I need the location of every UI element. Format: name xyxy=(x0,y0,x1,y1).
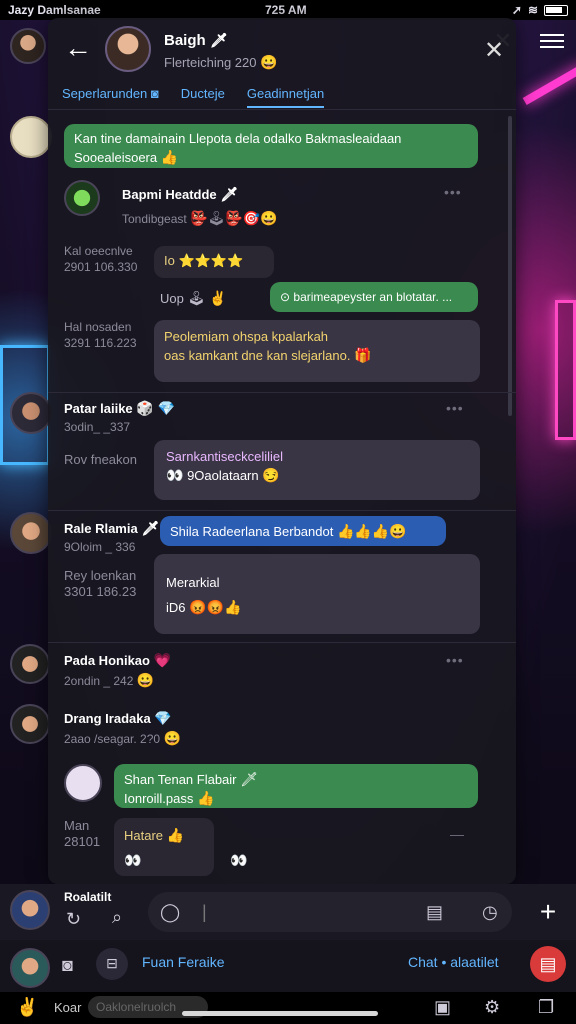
chat-bubble-icon[interactable]: ◯ xyxy=(160,903,180,921)
message-time: 3291 116.223 xyxy=(64,336,137,350)
home-indicator[interactable] xyxy=(182,1011,378,1016)
sender-name: Rale Rlamia 🗡 xyxy=(64,520,160,536)
message-meta: Uop 🕹 ✌ xyxy=(160,290,227,306)
avatar[interactable] xyxy=(10,28,46,64)
message-bubble[interactable]: Io ⭐⭐⭐⭐ xyxy=(154,246,274,278)
message-bubble[interactable]: Shila Radeerlana Berbandot 👍👍👍😀 xyxy=(160,516,446,546)
copy-icon[interactable]: ❐ xyxy=(538,998,554,1016)
message-meta: Rey loenkan xyxy=(64,568,137,583)
message-bubble[interactable]: Shan Tenan Flabair 🗡 Ionroill.pass 👍 xyxy=(114,764,478,808)
avatar[interactable] xyxy=(10,116,52,158)
divider xyxy=(48,642,516,643)
chat-panel: ← Baigh 🗡 Flerteiching 220 😀 ✕ Seperlaru… xyxy=(48,18,516,884)
message-bubble[interactable]: Peolemiam ohspa kpalarkah oas kamkant dn… xyxy=(154,320,480,382)
divider xyxy=(48,510,516,511)
avatar[interactable] xyxy=(10,704,50,744)
message-meta: Man xyxy=(64,818,90,833)
avatar[interactable] xyxy=(10,512,52,554)
tab-1[interactable]: Seperlarunden ◙ xyxy=(62,86,159,108)
message-meta: Kal oeecnlve xyxy=(64,244,133,258)
bottom-link-left[interactable]: Fuan Feraike xyxy=(142,954,224,970)
sender-meta: 3odin_ _337 xyxy=(64,420,131,434)
contact-status: Flerteiching 220 😀 xyxy=(164,54,278,70)
clock-icon[interactable]: ◷ xyxy=(482,903,498,921)
more-options-icon[interactable]: ••• xyxy=(444,184,462,200)
more-options-icon[interactable]: ••• xyxy=(446,400,464,416)
calendar-icon[interactable]: ▤ xyxy=(426,903,443,921)
message-bubble[interactable]: ⊙ barimeapeyster an blotatar. ... xyxy=(270,282,478,312)
neon-light xyxy=(555,300,576,440)
composer: Roalatilt ↻ ⌕ ◯ | ▤ ◷ + xyxy=(0,884,576,940)
clock: 725 AM xyxy=(265,3,307,17)
search-icon[interactable]: ⌕ xyxy=(112,908,122,926)
sender-meta: 9Oloim _ 336 xyxy=(64,540,136,554)
avatar[interactable] xyxy=(64,180,100,216)
chat-header: ← Baigh 🗡 Flerteiching 220 😀 ✕ Seperlaru… xyxy=(48,18,516,110)
message-time: 28101 xyxy=(64,834,101,849)
message-time: 3301 186.23 xyxy=(64,584,137,599)
sender-name: Pada Honikao 💗 xyxy=(64,652,172,668)
settings-icon[interactable]: ⚙ xyxy=(484,998,500,1016)
message-bubble[interactable]: Merarkial iD6 😡😡👍 xyxy=(154,554,480,634)
reaction: 👀 xyxy=(230,852,248,868)
sender-name: Drang Iradaka 💎 xyxy=(64,710,172,726)
divider xyxy=(48,392,516,393)
refresh-icon[interactable]: ↻ xyxy=(66,910,81,928)
avatar[interactable] xyxy=(64,764,102,802)
message-meta: Hal nosaden xyxy=(64,320,132,334)
avatar[interactable] xyxy=(10,392,52,434)
sender-meta: 2aao /seagar. 2?0 😀 xyxy=(64,730,181,746)
system-bar: ✌ Koar Oaklonelruolch ▣ ⚙ ❐ xyxy=(0,992,576,1024)
add-button[interactable]: + xyxy=(530,898,566,928)
system-label: Koar xyxy=(54,1000,82,1015)
status-bar: Jazy Damlsanae 725 AM ➚ ≋ xyxy=(0,0,576,20)
app-logo-icon[interactable]: ✌ xyxy=(16,998,38,1016)
location-icon: ➚ xyxy=(511,3,522,17)
sender-meta: 2ondin _ 242 😀 xyxy=(64,672,155,688)
tab-3[interactable]: Geadinnetjan xyxy=(246,86,325,108)
status-icons: ➚ ≋ xyxy=(512,3,568,17)
scrollbar[interactable] xyxy=(508,116,512,416)
cursor-icon: | xyxy=(202,902,207,922)
sender-name: Bapmi Heatdde 🗡 xyxy=(122,186,239,202)
back-arrow-icon[interactable]: ← xyxy=(64,34,92,62)
contact-name: Baigh 🗡 xyxy=(164,32,228,49)
menu-icon[interactable] xyxy=(540,34,564,48)
more-options-icon[interactable]: — xyxy=(450,826,465,842)
sender-meta: Tondibgeast 👺🕹👺🎯😀 xyxy=(122,210,278,226)
gallery-icon[interactable]: ▣ xyxy=(434,998,451,1016)
calendar-icon[interactable]: ▤ xyxy=(530,946,566,982)
sender-name: Patar laiike 🎲 💎 xyxy=(64,400,176,416)
message-bubble[interactable]: Kan tine damainain Llepota dela odalko B… xyxy=(64,124,478,168)
more-options-icon[interactable]: ••• xyxy=(446,652,464,668)
camera-icon: ◙ xyxy=(150,86,159,101)
avatar[interactable] xyxy=(10,948,50,988)
contact-avatar[interactable] xyxy=(105,26,151,72)
message-time: 2901 106.330 xyxy=(64,260,138,274)
tab-2[interactable]: Ducteje xyxy=(181,86,225,108)
avatar[interactable] xyxy=(10,890,50,930)
chat-icon[interactable]: ⊟ xyxy=(96,948,128,980)
carrier: Jazy Damlsanae xyxy=(8,3,101,17)
message-input[interactable]: ◯ | ▤ ◷ xyxy=(148,892,512,932)
message-bubble[interactable]: Sarnkantiseckceliliel 👀 9Oaolataarn 😏 xyxy=(154,440,480,500)
bottom-bar: ◙ ⊟ Fuan Feraike Chat • alaatilet ▤ xyxy=(0,940,576,992)
battery-icon xyxy=(544,4,568,16)
message-meta: Rov fneakon xyxy=(64,452,137,467)
avatar[interactable] xyxy=(10,644,50,684)
bottom-link-right[interactable]: Chat • alaatilet xyxy=(408,954,499,970)
close-icon[interactable]: ✕ xyxy=(484,36,504,65)
composer-label: Roalatilt xyxy=(64,890,112,904)
message-bubble[interactable]: Hatare 👍 👀 xyxy=(114,818,214,876)
tab-bar: Seperlarunden ◙ Ducteje Geadinnetjan xyxy=(62,86,325,108)
wifi-icon: ≋ xyxy=(527,3,538,17)
camera-icon[interactable]: ◙ xyxy=(62,956,73,974)
